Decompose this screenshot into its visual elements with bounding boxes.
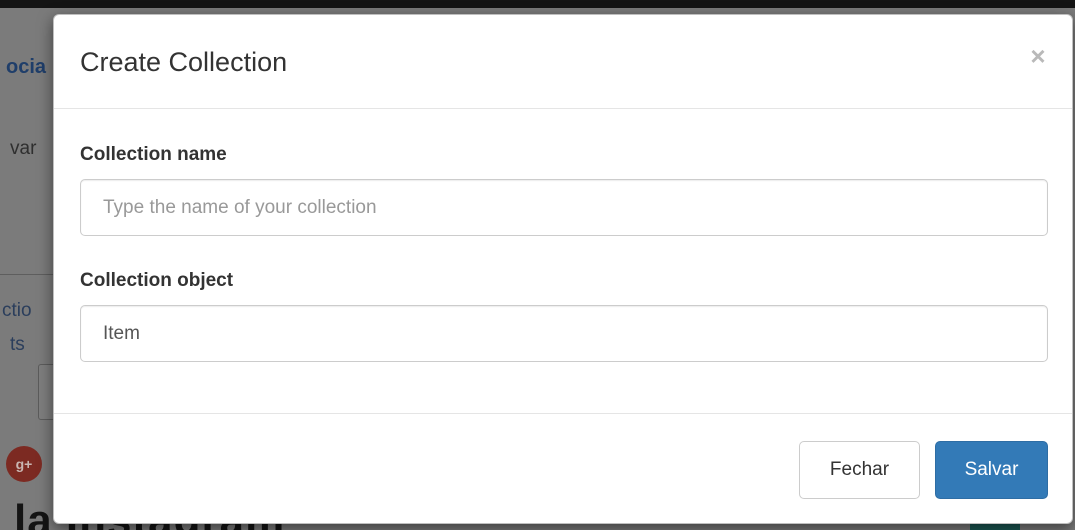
close-button[interactable]: Fechar — [799, 441, 920, 499]
background-divider — [0, 274, 60, 275]
collection-object-input[interactable] — [80, 305, 1048, 362]
background-navbar — [0, 0, 1075, 8]
create-collection-modal: Create Collection × Collection name Coll… — [53, 14, 1073, 524]
google-plus-icon: g+ — [6, 446, 42, 482]
background-text: var — [10, 138, 37, 159]
background-link-tertiary: ts — [10, 334, 25, 355]
collection-object-label: Collection object — [80, 270, 234, 291]
collection-name-input[interactable] — [80, 179, 1048, 236]
background-link: ocia — [6, 56, 47, 78]
background-link-secondary: ctio — [2, 300, 32, 321]
modal-footer: Fechar Salvar — [54, 413, 1072, 523]
modal-header: Create Collection × — [54, 15, 1072, 109]
modal-title: Create Collection — [80, 47, 288, 77]
save-button[interactable]: Salvar — [935, 441, 1048, 499]
google-plus-label: g+ — [15, 456, 33, 472]
close-icon[interactable]: × — [1025, 43, 1051, 69]
collection-name-label: Collection name — [80, 144, 227, 165]
